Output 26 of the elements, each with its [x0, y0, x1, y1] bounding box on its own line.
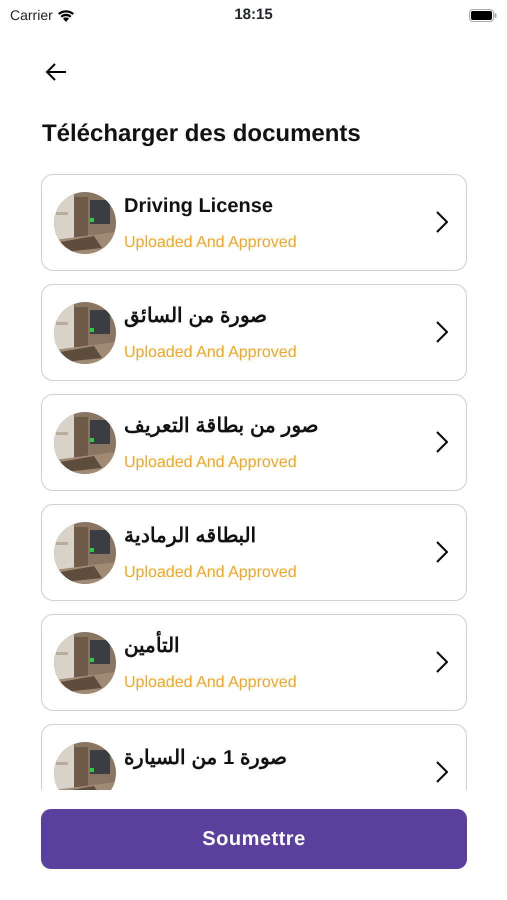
chevron-right-icon — [436, 761, 448, 784]
document-name: صورة من السائق — [124, 304, 268, 330]
document-name: البطاقه الرمادية — [124, 524, 258, 550]
carrier-name: Carrier — [10, 6, 53, 24]
document-card[interactable]: صورة 1 من السيارة — [41, 724, 467, 790]
document-name: التأمين — [124, 630, 436, 660]
back-arrow-icon — [45, 63, 67, 81]
document-card[interactable]: Driving License Uploaded And Approved — [41, 174, 467, 271]
document-status: Uploaded And Approved — [124, 562, 298, 582]
battery-icon — [469, 8, 497, 22]
chevron-right-icon — [436, 541, 448, 564]
chevron-right-icon — [436, 431, 448, 454]
chevron-right-icon — [436, 651, 448, 674]
submit-button[interactable]: Soumettre — [41, 809, 467, 869]
document-status: Uploaded And Approved — [124, 452, 298, 472]
document-name: Driving License — [124, 194, 274, 218]
clock-time: 18:15 — [234, 4, 273, 25]
page-title: Télécharger des documents — [42, 119, 362, 149]
document-status: Uploaded And Approved — [124, 342, 298, 362]
wifi-icon — [56, 8, 75, 22]
chevron-right-icon — [436, 211, 448, 234]
document-status: Uploaded And Approved — [124, 232, 298, 252]
document-name: صور من بطاقة التعريف — [124, 414, 320, 440]
document-name: صورة 1 من السيارة — [124, 746, 288, 772]
chevron-right-icon — [436, 321, 448, 344]
document-status: Uploaded And Approved — [124, 672, 298, 692]
